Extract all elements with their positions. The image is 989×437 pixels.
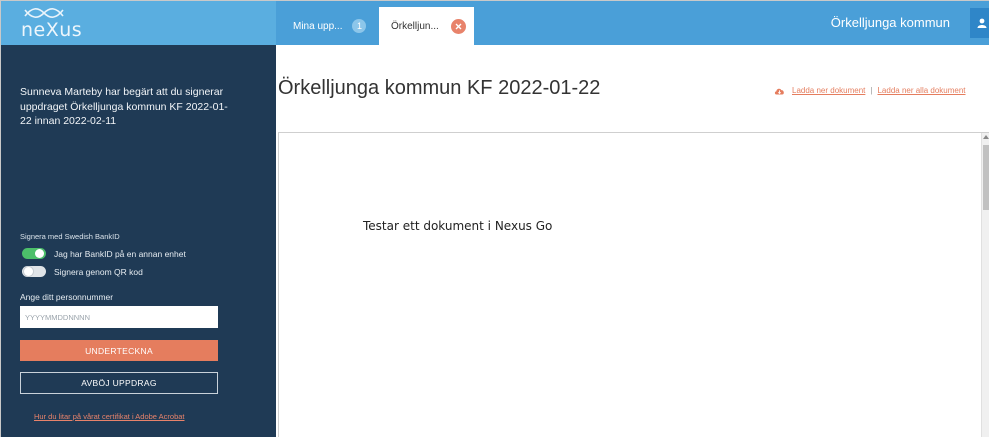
qr-code-toggle[interactable]: [22, 266, 46, 277]
personnummer-label: Ange ditt personnummer: [20, 292, 114, 302]
document-viewer[interactable]: Testar ett dokument i Nexus Go: [278, 132, 989, 437]
tab-count-badge: 1: [352, 19, 367, 33]
decline-assignment-button[interactable]: AVBÖJ UPPDRAG: [20, 372, 218, 394]
bankid-other-device-toggle[interactable]: [22, 248, 46, 259]
option-qr-code[interactable]: Signera genom QR kod: [22, 266, 143, 277]
scroll-up-arrow-icon[interactable]: [983, 135, 989, 139]
certificate-help-link[interactable]: Hur du litar på vårat certifikat i Adobe…: [34, 412, 185, 421]
tab-orkelljunga[interactable]: Örkelljun...: [379, 7, 474, 45]
download-document-link[interactable]: Ladda ner dokument: [792, 86, 865, 95]
viewer-scrollbar[interactable]: [981, 133, 989, 437]
tab-close-icon[interactable]: [450, 18, 466, 34]
signing-request-message: Sunneva Marteby har begärt att du signer…: [20, 86, 228, 127]
app-window: neXus Mina upp... 1 Örkelljun... Örkellj…: [0, 0, 989, 437]
personnummer-input[interactable]: [20, 306, 218, 328]
nexus-logo[interactable]: neXus: [21, 7, 101, 41]
logo-text: neXus: [21, 19, 83, 41]
document-title: Örkelljunga kommun KF 2022-01-22: [278, 77, 601, 99]
download-all-documents-link[interactable]: Ladda ner alla dokument: [877, 86, 965, 95]
qr-code-label: Signera genom QR kod: [54, 266, 143, 277]
tab-mina-uppdrag[interactable]: Mina upp... 1: [283, 7, 375, 45]
sign-button[interactable]: UNDERTECKNA: [20, 340, 218, 361]
link-separator: |: [870, 86, 873, 95]
logo-area: neXus: [1, 1, 276, 45]
download-links: Ladda ner dokument | Ladda ner alla doku…: [774, 86, 966, 95]
option-bankid-other-device[interactable]: Jag har BankID på en annan enhet: [22, 248, 186, 259]
tab-mina-uppdrag-label: Mina upp...: [293, 20, 343, 32]
bankid-other-device-label: Jag har BankID på en annan enhet: [54, 248, 186, 259]
user-icon[interactable]: [970, 8, 989, 38]
scrollbar-thumb[interactable]: [983, 145, 989, 210]
organization-name: Örkelljunga kommun: [830, 15, 950, 30]
sign-method-label: Signera med Swedish BankID: [20, 232, 120, 241]
cloud-download-icon: [774, 88, 784, 94]
signing-sidebar: Sunneva Marteby har begärt att du signer…: [1, 45, 276, 437]
tab-orkelljunga-label: Örkelljun...: [391, 20, 439, 32]
top-bar: neXus Mina upp... 1 Örkelljun... Örkellj…: [1, 1, 989, 45]
document-body-text: Testar ett dokument i Nexus Go: [363, 219, 553, 233]
